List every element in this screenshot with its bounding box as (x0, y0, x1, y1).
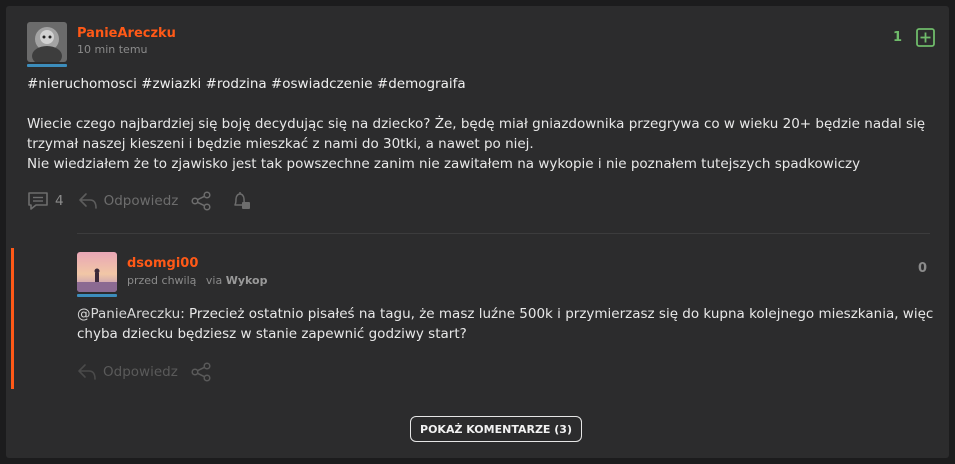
post-body-line-2: trzymał naszej kieszeni i będzie mieszka… (27, 136, 534, 152)
show-comments-button[interactable]: POKAŻ KOMENTARZE (3) (410, 416, 582, 442)
comments-count: 4 (55, 193, 64, 209)
reply-icon (78, 364, 96, 380)
comment-reply-button[interactable]: Odpowiedz (77, 363, 178, 381)
post-body-line-3: Nie wiedziałem że to zjawisko jest tak p… (27, 156, 861, 172)
comment-body-text: : Przecież ostatnio pisałeś na tagu, że … (180, 306, 934, 322)
post-author-avatar[interactable] (27, 22, 67, 62)
plus-box-icon[interactable] (916, 28, 935, 51)
via-source: Wykop (225, 274, 268, 287)
comment-share-button[interactable] (190, 362, 212, 382)
comments-count-button[interactable]: 4 (27, 191, 64, 211)
notify-button[interactable] (230, 191, 252, 211)
post-actions: 4 Odpowiedz (27, 191, 252, 211)
via-label: via (205, 274, 223, 287)
comment-body-line-1: @PanieAreczku: Przecież ostatnio pisałeś… (77, 304, 933, 324)
share-button[interactable] (190, 191, 212, 211)
share-icon (191, 362, 211, 382)
reply-button[interactable]: Odpowiedz (78, 192, 179, 210)
comment-reply-label: Odpowiedz (103, 364, 178, 380)
comment-avatar-underline (77, 294, 117, 297)
reply-label: Odpowiedz (103, 193, 179, 209)
bell-icon (234, 192, 251, 209)
comment-author-name[interactable]: dsomgi00 (127, 256, 198, 271)
avatar-image (77, 252, 117, 292)
reply-icon (78, 193, 97, 209)
post-time[interactable]: 10 min temu (77, 43, 148, 56)
post-tags[interactable]: #nieruchomosci #zwiazki #rodzina #oswiad… (27, 76, 466, 92)
post-author-name[interactable]: PanieAreczku (77, 26, 176, 41)
post-avatar-underline (27, 64, 67, 67)
comment-actions: Odpowiedz (77, 362, 212, 382)
comment-highlight-bar (11, 248, 14, 389)
comments-icon (28, 192, 48, 210)
post-body-line-1: Wiecie czego najbardziej się boję decydu… (27, 116, 926, 132)
comment-meta: przed chwilą via Wykop (127, 274, 267, 287)
comment-author-avatar[interactable] (77, 252, 117, 292)
share-icon (191, 191, 211, 211)
actions-divider (77, 233, 930, 234)
comment-vote-count: 0 (918, 261, 928, 276)
comment-time[interactable]: przed chwilą (127, 274, 196, 287)
post-vote-count: 1 (893, 30, 903, 45)
entry-card: PanieAreczku 10 min temu 1 #nieruchomosc… (6, 6, 949, 458)
comment-body-line-2: chyba dziecku będziesz w stanie zapewnić… (77, 326, 467, 342)
comment-mention[interactable]: @PanieAreczku (77, 306, 180, 322)
avatar-image (27, 22, 67, 62)
